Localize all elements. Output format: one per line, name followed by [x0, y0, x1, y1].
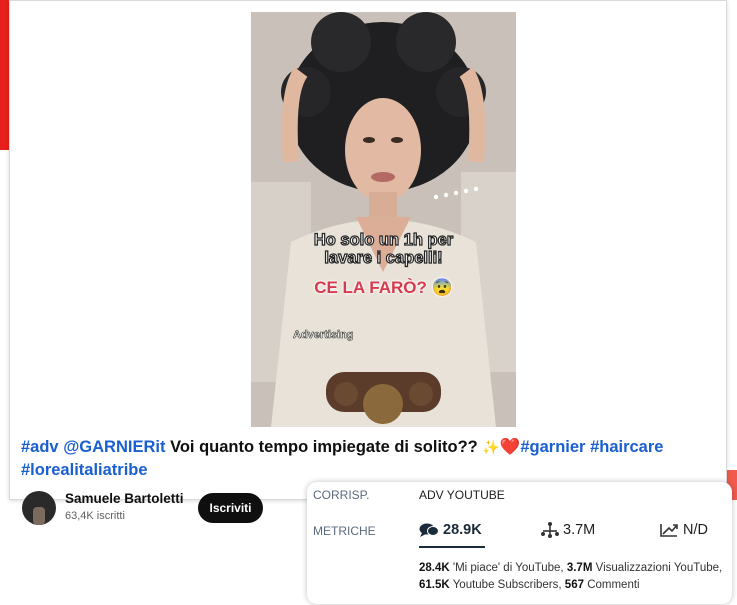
active-metric-underline [419, 546, 485, 548]
metric-comments-value: 28.9K [443, 522, 482, 538]
detail-comments-text: Commenti [587, 579, 640, 591]
trend-up-icon [660, 524, 678, 537]
metric-trend[interactable]: N/D [659, 522, 708, 538]
caption-text: Voi quanto tempo impiegate di solito?? [170, 438, 478, 456]
video-overlay-red-text: CE LA FARÒ? 😨 [314, 278, 453, 297]
detail-likes: 28.4K [419, 562, 450, 574]
post-caption: #adv @GARNIERit Voi quanto tempo impiega… [21, 436, 721, 482]
metrics-detail: 28.4K 'Mi piace' di YouTube, 3.7M Visual… [419, 560, 729, 594]
channel-subscribers: 63,4K iscritti [65, 510, 125, 522]
detail-subs-text: Youtube Subscribers, [452, 579, 562, 591]
network-icon [541, 522, 559, 538]
corrisp-value: ADV YOUTUBE [419, 488, 505, 502]
subscribe-button[interactable]: Iscriviti [198, 493, 263, 523]
heart-icon: ❤️ [499, 438, 521, 456]
metriche-label: METRICHE [313, 524, 376, 538]
detail-likes-text: 'Mi piace' di YouTube, [452, 562, 564, 574]
hashtag-garnier[interactable]: #garnier [520, 438, 585, 456]
mention-garnier[interactable]: @GARNIERit [63, 438, 165, 456]
metric-trend-value: N/D [683, 522, 708, 538]
metric-network-value: 3.7M [563, 522, 596, 538]
metric-comments[interactable]: 28.9K [419, 522, 482, 538]
detail-subs: 61.5K [419, 579, 450, 591]
comment-bubbles-icon [419, 523, 439, 537]
metrics-panel: CORRISP. ADV YOUTUBE METRICHE 28.9K 3.7M… [307, 482, 732, 604]
video-overlay-text: Ho solo un 1h per lavare i capelli! [313, 230, 454, 267]
channel-name[interactable]: Samuele Bartoletti [65, 491, 184, 506]
metric-network[interactable]: 3.7M [541, 522, 595, 538]
video-scene [251, 12, 516, 427]
hashtag-haircare[interactable]: #haircare [590, 438, 663, 456]
video-thumbnail[interactable]: Ho solo un 1h per lavare i capelli! CE L… [251, 12, 516, 427]
hashtag-adv[interactable]: #adv [21, 438, 59, 456]
hashtag-lorealitaliatribe[interactable]: #lorealitaliatribe [21, 461, 148, 479]
detail-views-text: Visualizzazioni YouTube, [595, 562, 723, 574]
sparkle-icon: ✨ [482, 439, 500, 455]
advertising-label: Advertising [293, 329, 354, 342]
corrisp-label: CORRISP. [313, 488, 370, 502]
channel-avatar[interactable] [22, 491, 56, 525]
detail-views: 3.7M [566, 562, 593, 574]
detail-comments: 567 [564, 579, 584, 591]
